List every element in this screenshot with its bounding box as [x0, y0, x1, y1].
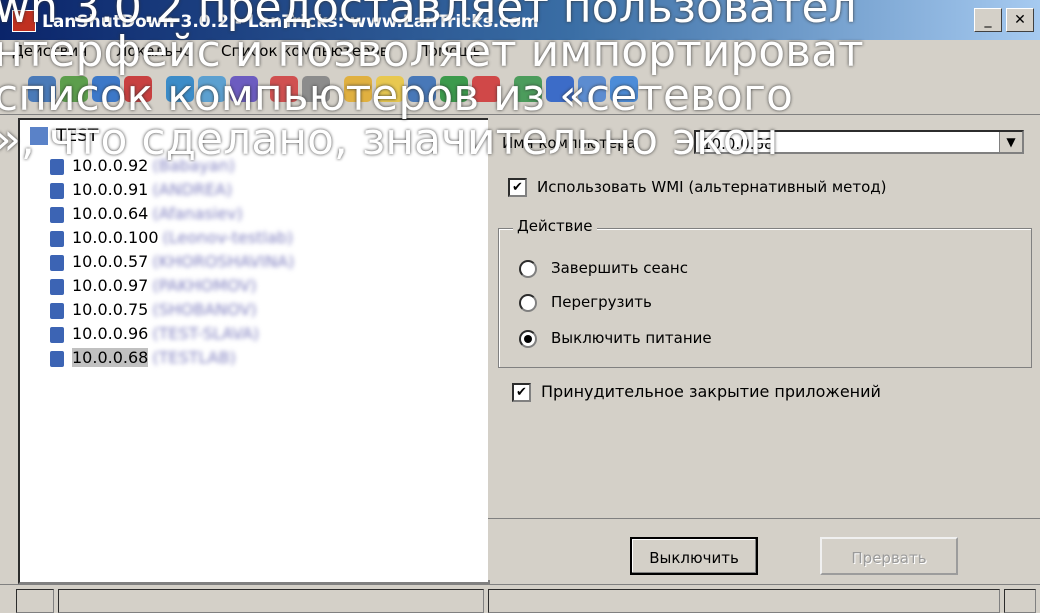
- computer-icon: [50, 350, 64, 367]
- computer-name-label: Имя компьютера: [502, 134, 636, 152]
- chevron-down-icon[interactable]: ▼: [999, 132, 1022, 152]
- wmi-checkbox[interactable]: ✔: [508, 178, 527, 197]
- computer-icon: [50, 326, 64, 343]
- computer-icon: [50, 182, 64, 199]
- web-icon[interactable]: [610, 76, 638, 102]
- tree-item[interactable]: 10.0.0.91 (ANDREA): [50, 178, 232, 202]
- refresh-icon[interactable]: [166, 76, 194, 102]
- action-group-title: Действие: [513, 217, 597, 235]
- export-icon[interactable]: [408, 76, 436, 102]
- folder-icon[interactable]: [344, 76, 372, 102]
- network-icon: [30, 127, 48, 145]
- status-segment: [16, 589, 54, 613]
- tree-item[interactable]: 10.0.0.97 (PAKHOMOV): [50, 274, 257, 298]
- status-segment: [1004, 589, 1036, 613]
- network-icon[interactable]: [28, 76, 56, 102]
- force-close-checkbox-row[interactable]: ✔ Принудительное закрытие приложений: [512, 382, 881, 402]
- computer-add-icon[interactable]: [60, 76, 88, 102]
- tree-item[interactable]: 10.0.0.100 (Leonov-testlab): [50, 226, 293, 250]
- user-icon[interactable]: [230, 76, 258, 102]
- radio-logoff[interactable]: Завершить сеанс: [519, 259, 688, 278]
- shutdown-button[interactable]: Выключить: [630, 537, 758, 575]
- tree-item[interactable]: 10.0.0.92 (Babayan): [50, 154, 235, 178]
- computer-icon: [50, 230, 64, 247]
- tree-item-selected[interactable]: 10.0.0.68 (TESTLAB): [50, 346, 236, 370]
- about-icon[interactable]: [578, 76, 606, 102]
- abort-button: Прервать: [820, 537, 958, 575]
- help-icon[interactable]: [546, 76, 574, 102]
- menu-actions[interactable]: Действия: [0, 40, 99, 62]
- tree-item[interactable]: 10.0.0.75 (SHOBANOV): [50, 298, 257, 322]
- toolbar: [0, 64, 1040, 115]
- close-icon[interactable]: ✕: [1006, 8, 1034, 32]
- tree-item[interactable]: 10.0.0.96 (TEST-SLAVA): [50, 322, 259, 346]
- stop-icon[interactable]: [270, 76, 298, 102]
- excel-icon[interactable]: [440, 76, 468, 102]
- save-icon[interactable]: [376, 76, 404, 102]
- menubar: Действия Локально Список компьютеров Пом…: [0, 40, 1040, 64]
- computer-icon: [50, 278, 64, 295]
- wmi-checkbox-row[interactable]: ✔ Использовать WMI (альтернативный метод): [508, 178, 887, 197]
- status-segment: [488, 589, 1000, 613]
- status-segment: [58, 589, 484, 613]
- window-title: LanShutDown 3.0.2 - LanTricks: www.LanTr…: [42, 12, 539, 32]
- info-icon[interactable]: [514, 76, 542, 102]
- computer-icon[interactable]: [92, 76, 120, 102]
- cancel-icon[interactable]: [472, 76, 500, 102]
- minimize-icon[interactable]: _: [974, 8, 1002, 32]
- window-titlebar: LanShutDown 3.0.2 - LanTricks: www.LanTr…: [0, 0, 1040, 40]
- delete-icon[interactable]: [124, 76, 152, 102]
- menu-local[interactable]: Локально: [104, 40, 204, 62]
- menu-help[interactable]: Помощь: [405, 40, 493, 62]
- radio-power-off[interactable]: Выключить питание: [519, 329, 712, 348]
- app-icon: [12, 10, 36, 32]
- computer-tree[interactable]: TEST 10.0.0.92 (Babayan) 10.0.0.91 (ANDREA…: [18, 118, 490, 584]
- menu-computer-list[interactable]: Список компьютеров: [209, 40, 401, 62]
- force-close-checkbox[interactable]: ✔: [512, 383, 531, 402]
- radio-reboot[interactable]: Перегрузить: [519, 293, 652, 312]
- globe-icon[interactable]: [198, 76, 226, 102]
- settings-icon[interactable]: [302, 76, 330, 102]
- computer-icon: [50, 302, 64, 319]
- button-area: Выключить Прервать: [488, 518, 1040, 581]
- computer-icon: [50, 158, 64, 175]
- tree-item[interactable]: 10.0.0.57 (KHOROSHAVINA): [50, 250, 294, 274]
- computer-name-combobox[interactable]: 10.0.0.68 ▼: [694, 130, 1024, 154]
- action-groupbox: Действие Завершить сеанс Перегрузить Вык…: [498, 217, 1032, 368]
- tree-root[interactable]: TEST: [30, 126, 98, 146]
- tree-item[interactable]: 10.0.0.64 (Afanasiev): [50, 202, 243, 226]
- computer-icon: [50, 206, 64, 223]
- computer-icon: [50, 254, 64, 271]
- status-bar: [0, 584, 1040, 613]
- options-panel: Имя компьютера 10.0.0.68 ▼ ✔ Использовать…: [488, 118, 1040, 580]
